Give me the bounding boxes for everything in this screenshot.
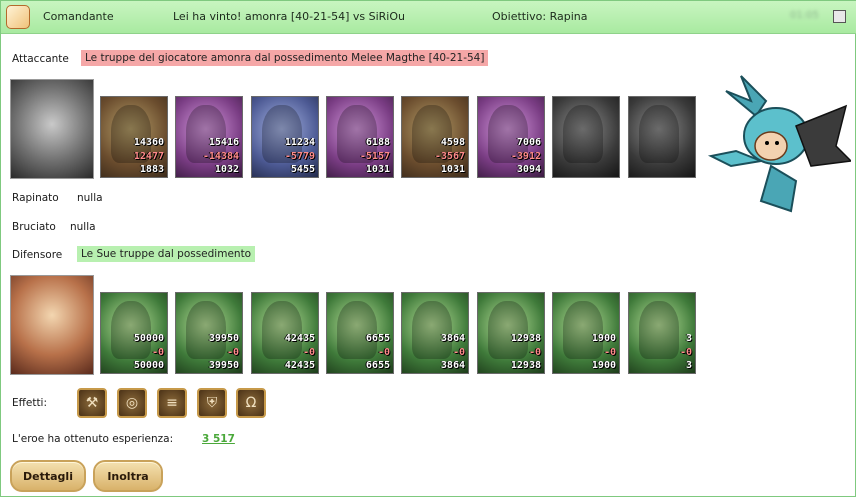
- unit-start-count: 42435: [284, 333, 315, 344]
- unit-start-count: 15416: [208, 137, 239, 148]
- unit-figure-icon: [639, 105, 679, 163]
- unit-start-count: 7006: [516, 137, 541, 148]
- burned-value: nulla: [70, 221, 96, 233]
- unit-start-count: 1900: [591, 333, 616, 344]
- unit-figure-icon: [639, 301, 679, 359]
- attacker-unit-card[interactable]: 15416 -14384 1032: [175, 96, 243, 178]
- defender-label: Difensore: [12, 249, 63, 261]
- defender-hero-portrait[interactable]: [10, 275, 94, 375]
- shield-icon[interactable]: ⛨: [197, 388, 227, 418]
- unit-lost-count: -3567: [434, 151, 465, 162]
- time-readout: 01:05: [790, 10, 819, 21]
- attacker-unit-card[interactable]: 14360 12477 1883: [100, 96, 168, 178]
- unit-figure-icon: [337, 301, 377, 359]
- unit-lost-count: -0: [302, 347, 315, 358]
- unit-start-count: 3864: [440, 333, 465, 344]
- unit-start-count: 14360: [133, 137, 164, 148]
- unit-lost-count: -3912: [510, 151, 541, 162]
- defender-unit-card[interactable]: 50000 -0 50000: [100, 292, 168, 374]
- defender-unit-card[interactable]: 3 -0 3: [628, 292, 696, 374]
- unit-remaining-count: 6655: [365, 360, 390, 371]
- unit-remaining-count: 1031: [440, 164, 465, 175]
- unit-remaining-count: 3: [685, 360, 692, 371]
- unit-lost-count: -0: [679, 347, 692, 358]
- unit-remaining-count: 1900: [591, 360, 616, 371]
- unit-lost-count: 12477: [133, 151, 164, 162]
- unit-start-count: 39950: [208, 333, 239, 344]
- attacker-label: Attaccante: [12, 53, 69, 65]
- battle-result: Lei ha vinto! amonra [40-21-54] vs SiRiO…: [173, 10, 405, 23]
- unit-lost-count: -0: [452, 347, 465, 358]
- attacker-unit-card[interactable]: [552, 96, 620, 178]
- scroll-icon[interactable]: ≡: [157, 388, 187, 418]
- unit-lost-count: -0: [151, 347, 164, 358]
- unit-figure-icon: [563, 301, 603, 359]
- unit-lost-count: -5157: [359, 151, 390, 162]
- unit-start-count: 4598: [440, 137, 465, 148]
- defender-unit-card[interactable]: 39950 -0 39950: [175, 292, 243, 374]
- unit-lost-count: -0: [528, 347, 541, 358]
- unit-start-count: 3: [685, 333, 692, 344]
- unit-start-count: 12938: [510, 333, 541, 344]
- unit-figure-icon: [488, 301, 528, 359]
- objective-label: Obiettivo: Rapina: [492, 10, 588, 23]
- unit-start-count: 50000: [133, 333, 164, 344]
- unit-remaining-count: 1032: [214, 164, 239, 175]
- unit-remaining-count: 3864: [440, 360, 465, 371]
- unit-remaining-count: 12938: [510, 360, 541, 371]
- unit-remaining-count: 3094: [516, 164, 541, 175]
- ring-icon[interactable]: ◎: [117, 388, 147, 418]
- unit-figure-icon: [412, 301, 452, 359]
- details-button[interactable]: Dettagli: [10, 460, 86, 492]
- effects-label: Effetti:: [12, 397, 48, 409]
- defender-banner: Le Sue truppe dal possedimento: [77, 246, 256, 262]
- unit-remaining-count: 5455: [290, 164, 315, 175]
- defender-unit-card[interactable]: 3864 -0 3864: [401, 292, 469, 374]
- unit-lost-count: -0: [603, 347, 616, 358]
- unit-lost-count: -0: [226, 347, 239, 358]
- attacker-unit-card[interactable]: 11234 -5779 5455: [251, 96, 319, 178]
- unit-figure-icon: [111, 301, 151, 359]
- defender-unit-card[interactable]: 1900 -0 1900: [552, 292, 620, 374]
- attacker-unit-card[interactable]: [628, 96, 696, 178]
- unit-figure-icon: [186, 301, 226, 359]
- forward-button[interactable]: Inoltra: [93, 460, 163, 492]
- unit-remaining-count: 1031: [365, 164, 390, 175]
- dragon-knight-mascot: [707, 75, 851, 213]
- attacker-hero-portrait[interactable]: [10, 79, 94, 179]
- report-header: Comandante Lei ha vinto! amonra [40-21-5…: [1, 1, 856, 34]
- attacker-unit-card[interactable]: 6188 -5157 1031: [326, 96, 394, 178]
- role-label: Comandante: [43, 10, 114, 23]
- defender-unit-card[interactable]: 6655 -0 6655: [326, 292, 394, 374]
- burned-label: Bruciato: [12, 221, 56, 233]
- attacker-banner: Le truppe del giocatore amonra dal posse…: [81, 50, 489, 66]
- unit-remaining-count: 1883: [139, 164, 164, 175]
- battle-report-window: Comandante Lei ha vinto! amonra [40-21-5…: [0, 0, 856, 497]
- attacker-unit-card[interactable]: 7006 -3912 3094: [477, 96, 545, 178]
- experience-value-link[interactable]: 3 517: [202, 433, 235, 445]
- plunder-label: Rapinato: [12, 192, 59, 204]
- horseshoe-icon[interactable]: Ω: [236, 388, 266, 418]
- defender-unit-card[interactable]: 42435 -0 42435: [251, 292, 319, 374]
- unit-figure-icon: [563, 105, 603, 163]
- experience-label: L'eroe ha ottenuto esperienza:: [12, 433, 174, 445]
- attacker-unit-card[interactable]: 4598 -3567 1031: [401, 96, 469, 178]
- unit-lost-count: -5779: [284, 151, 315, 162]
- close-checkbox-icon[interactable]: [833, 10, 846, 23]
- unit-lost-count: -14384: [202, 151, 239, 162]
- plunder-value: nulla: [77, 192, 103, 204]
- unit-figure-icon: [262, 301, 302, 359]
- commander-logo-icon: [6, 5, 30, 29]
- unit-start-count: 6655: [365, 333, 390, 344]
- unit-remaining-count: 50000: [133, 360, 164, 371]
- unit-start-count: 6188: [365, 137, 390, 148]
- unit-remaining-count: 39950: [208, 360, 239, 371]
- unit-remaining-count: 42435: [284, 360, 315, 371]
- axe-icon[interactable]: ⚒: [77, 388, 107, 418]
- unit-start-count: 11234: [284, 137, 315, 148]
- unit-lost-count: -0: [377, 347, 390, 358]
- defender-unit-card[interactable]: 12938 -0 12938: [477, 292, 545, 374]
